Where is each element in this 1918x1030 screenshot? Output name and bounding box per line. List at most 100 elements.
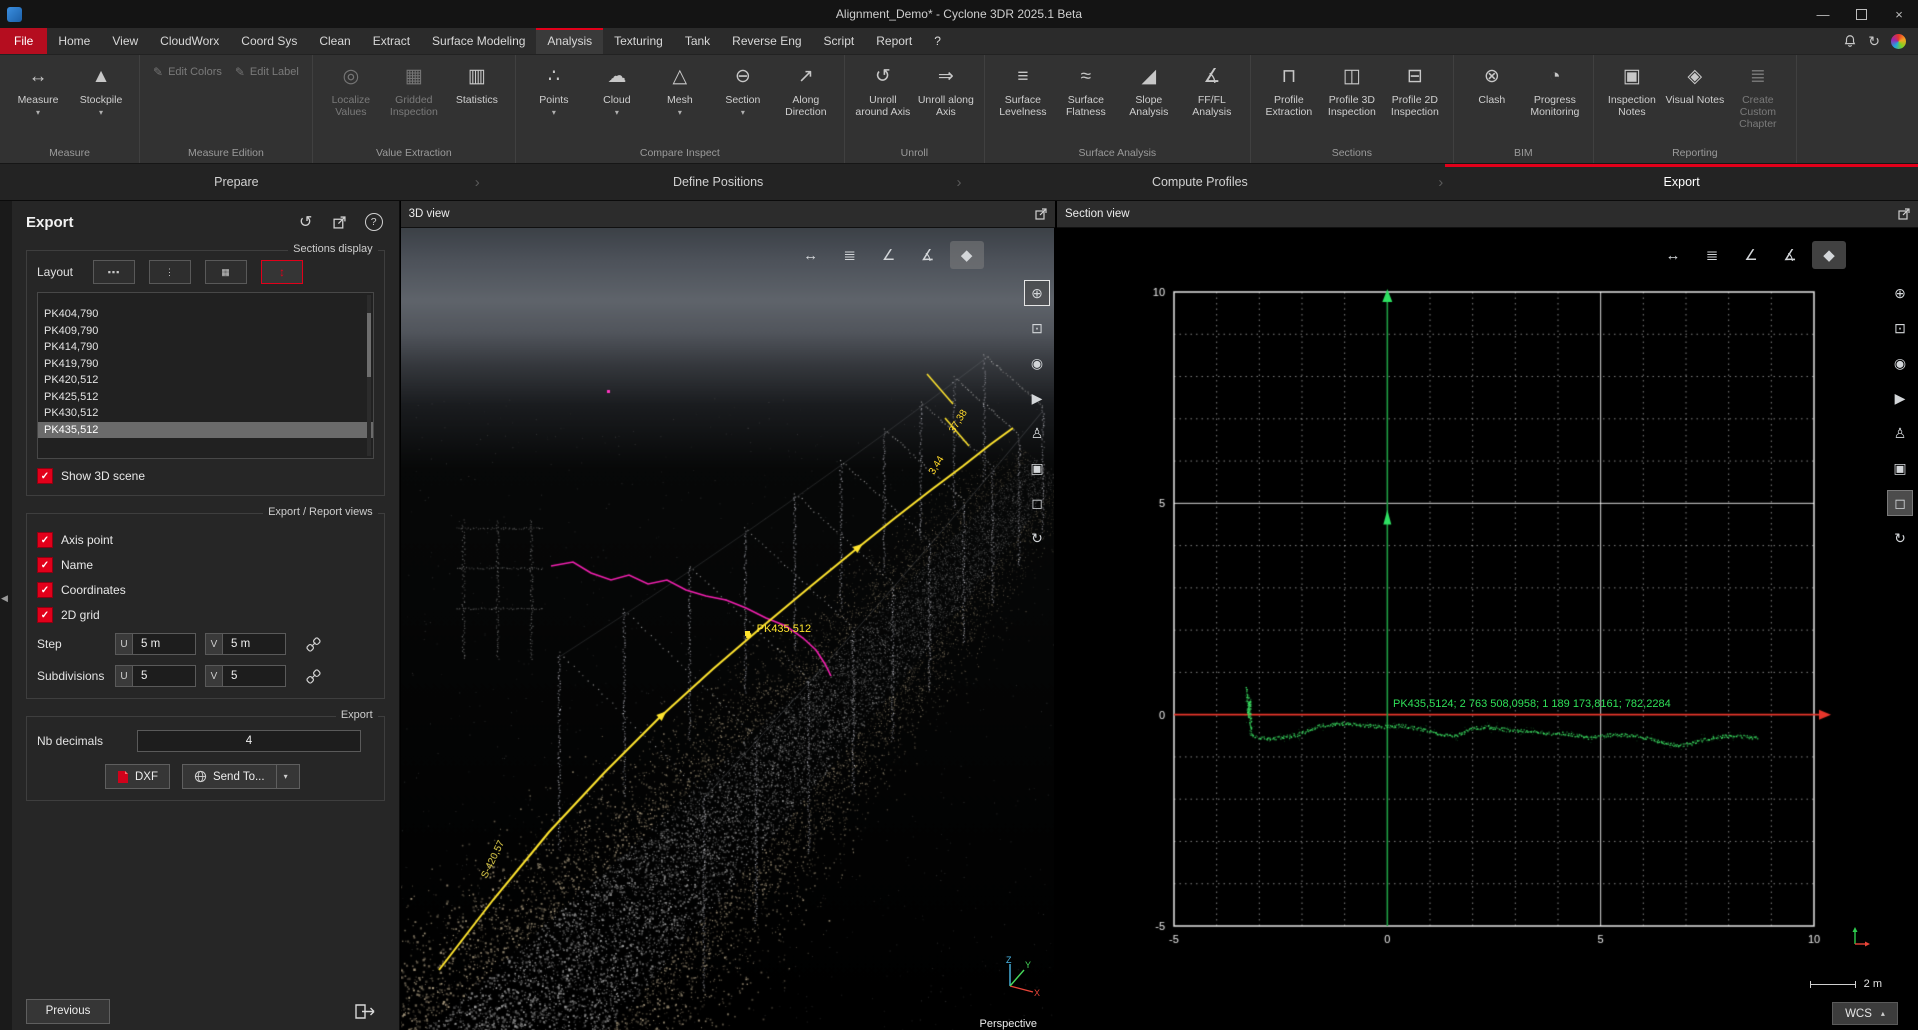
section-viewport[interactable]: ↔≣∠∡◆ ⊕⊡◉▶♙▣◻↻ PK435,5124; 2 763 508,095… <box>1057 228 1918 1030</box>
minimize-button[interactable]: — <box>1804 0 1842 28</box>
menu-home[interactable]: Home <box>47 28 101 54</box>
layout-report-button[interactable]: ↕ <box>261 260 303 284</box>
menu-surface-modeling[interactable]: Surface Modeling <box>421 28 536 54</box>
dxf-export-button[interactable]: DXF <box>105 764 170 789</box>
ribbon-clash-button[interactable]: ⊗Clash <box>1461 58 1523 138</box>
ribbon-profile-3d-inspection-button[interactable]: ◫Profile 3D Inspection <box>1321 58 1383 138</box>
rotate-view-icon[interactable]: ↻ <box>1887 525 1913 551</box>
walk-icon[interactable]: ♙ <box>1887 420 1913 446</box>
step-v-field[interactable]: 5 m <box>222 633 286 655</box>
maximize-button[interactable] <box>1842 0 1880 28</box>
section-list-item[interactable]: PK404,790 <box>38 306 373 323</box>
menu-view[interactable]: View <box>101 28 149 54</box>
view3d-viewport[interactable]: ↔≣∠∡◆ ⊕⊡◉▶♙▣◻↻ PK435,512 37,38 3,44 S-42… <box>401 228 1055 1030</box>
reset-icon[interactable]: ↺ <box>295 211 317 233</box>
ribbon-inspection-notes-button[interactable]: ▣Inspection Notes <box>1601 58 1663 138</box>
measure-slope-icon[interactable]: ∡ <box>1773 241 1807 269</box>
export-exit-button[interactable] <box>345 998 385 1024</box>
menu-texturing[interactable]: Texturing <box>603 28 674 54</box>
ribbon-unroll-along-axis-button[interactable]: ⇒Unroll along Axis <box>915 58 977 138</box>
workflow-step-export[interactable]: Export <box>1445 164 1918 200</box>
view-plane-icon[interactable]: ◻ <box>1887 490 1913 516</box>
checkbox-axis-point[interactable]: ✓Axis point <box>37 532 374 548</box>
menu-script[interactable]: Script <box>813 28 866 54</box>
previous-button[interactable]: Previous <box>26 999 110 1024</box>
popout-view-icon[interactable] <box>329 211 351 233</box>
popout-panel-button[interactable] <box>1035 208 1047 220</box>
help-icon[interactable]: ? <box>363 211 385 233</box>
sections-scrollbar[interactable] <box>367 295 371 456</box>
link-uv-button[interactable] <box>303 633 325 655</box>
measure-angle-icon[interactable]: ∠ <box>872 241 906 269</box>
ribbon-create-custom-chapter-button[interactable]: ≣Create Custom Chapter <box>1727 58 1789 138</box>
sync-icon[interactable]: ↻ <box>1868 33 1880 50</box>
ribbon-surface-flatness-button[interactable]: ≈Surface Flatness <box>1055 58 1117 138</box>
menu-file[interactable]: File <box>0 28 47 54</box>
ribbon-measure-button[interactable]: ↔Measure▾ <box>7 58 69 138</box>
ribbon-progress-monitoring-button[interactable]: ◔Progress Monitoring <box>1524 58 1586 138</box>
ribbon-visual-notes-button[interactable]: ◈Visual Notes <box>1664 58 1726 138</box>
scrollbar-thumb[interactable] <box>367 313 371 377</box>
measure-ruler-icon[interactable]: ≣ <box>1695 241 1729 269</box>
popout-panel-button[interactable] <box>1898 208 1910 220</box>
point-cloud-canvas[interactable] <box>401 228 1054 1030</box>
ribbon-section-button[interactable]: ⊖Section▾ <box>712 58 774 138</box>
measure-slope-icon[interactable]: ∡ <box>911 241 945 269</box>
send-to-dropdown[interactable]: ▾ <box>276 765 288 788</box>
panel-collapse-arrow[interactable]: ◀ <box>1 593 8 604</box>
rotate-view-icon[interactable]: ↻ <box>1024 525 1050 551</box>
ribbon-edit-colors-button[interactable]: ✎Edit Colors <box>147 60 228 84</box>
layout-dots-vertical-button[interactable]: ⋮ <box>149 260 191 284</box>
checkbox-2d-grid[interactable]: ✓2D grid <box>37 607 374 623</box>
ribbon-points-button[interactable]: ∴Points▾ <box>523 58 585 138</box>
ribbon-cloud-button[interactable]: ☁Cloud▾ <box>586 58 648 138</box>
section-list-item[interactable]: PK435,512 <box>38 422 373 439</box>
menu-reverse-eng[interactable]: Reverse Eng <box>721 28 812 54</box>
menu-extract[interactable]: Extract <box>362 28 421 54</box>
menu-clean[interactable]: Clean <box>308 28 361 54</box>
measure-ruler-icon[interactable]: ≣ <box>833 241 867 269</box>
notifications-icon[interactable] <box>1843 34 1857 48</box>
checkbox-name[interactable]: ✓Name <box>37 557 374 573</box>
ribbon-surface-levelness-button[interactable]: ≡Surface Levelness <box>992 58 1054 138</box>
measure-distance-icon[interactable]: ↔ <box>794 241 828 269</box>
ribbon-statistics-button[interactable]: ▥Statistics <box>446 58 508 138</box>
projection-mode-label[interactable]: Perspective <box>980 1018 1037 1030</box>
menu-tank[interactable]: Tank <box>674 28 721 54</box>
subdiv-u-field[interactable]: 5 <box>132 665 196 687</box>
section-list-item[interactable]: PK425,512 <box>38 389 373 406</box>
subdiv-v-field[interactable]: 5 <box>222 665 286 687</box>
section-list-item[interactable]: PK430,512 <box>38 405 373 422</box>
workflow-step-prepare[interactable]: Prepare <box>0 164 473 200</box>
ribbon-profile-2d-inspection-button[interactable]: ⊟Profile 2D Inspection <box>1384 58 1446 138</box>
ribbon-profile-extraction-button[interactable]: ⊓Profile Extraction <box>1258 58 1320 138</box>
cube-view-icon[interactable]: ▣ <box>1887 455 1913 481</box>
menu-report[interactable]: Report <box>865 28 923 54</box>
ribbon-unroll-around-axis-button[interactable]: ↺Unroll around Axis <box>852 58 914 138</box>
ribbon-localize-values-button[interactable]: ◎Localize Values <box>320 58 382 138</box>
link-uv-button[interactable] <box>303 665 325 687</box>
menu-analysis[interactable]: Analysis <box>536 28 603 54</box>
pan-icon[interactable]: ⊕ <box>1024 280 1050 306</box>
show-3d-scene-checkbox[interactable]: ✓Show 3D scene <box>37 468 374 484</box>
checkbox-coordinates[interactable]: ✓Coordinates <box>37 582 374 598</box>
send-to-button[interactable]: Send To... ▾ <box>182 764 300 789</box>
menu-cloudworx[interactable]: CloudWorx <box>149 28 230 54</box>
ribbon-gridded-inspection-button[interactable]: ▦Gridded Inspection <box>383 58 445 138</box>
app-icon[interactable] <box>7 7 22 22</box>
section-list-item[interactable]: PK414,790 <box>38 339 373 356</box>
label-tag-icon[interactable]: ◆ <box>1812 241 1846 269</box>
layout-dots-horizontal-button[interactable]: ▪▪▪ <box>93 260 135 284</box>
measure-distance-icon[interactable]: ↔ <box>1656 241 1690 269</box>
pan-icon[interactable]: ⊕ <box>1887 280 1913 306</box>
zoom-target-icon[interactable]: ⊡ <box>1887 315 1913 341</box>
section-list-item[interactable]: PK409,790 <box>38 323 373 340</box>
workflow-step-compute-profiles[interactable]: Compute Profiles <box>964 164 1437 200</box>
ribbon-mesh-button[interactable]: △Mesh▾ <box>649 58 711 138</box>
orbit-icon[interactable]: ◉ <box>1024 350 1050 376</box>
close-button[interactable]: × <box>1880 0 1918 28</box>
ribbon-edit-label-button[interactable]: ✎Edit Label <box>229 60 305 84</box>
menu-coord-sys[interactable]: Coord Sys <box>230 28 308 54</box>
workflow-step-define-positions[interactable]: Define Positions <box>482 164 955 200</box>
step-u-field[interactable]: 5 m <box>132 633 196 655</box>
